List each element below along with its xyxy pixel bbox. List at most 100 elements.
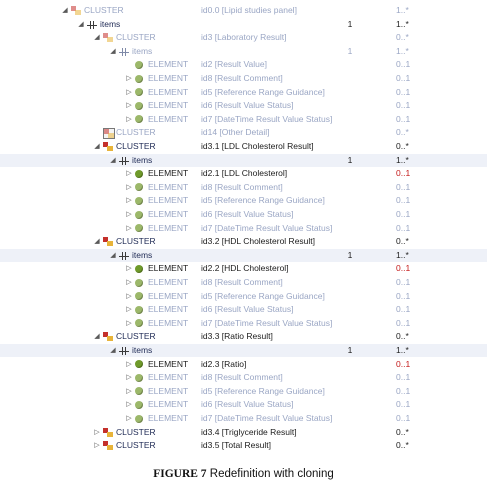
node-id-text: id8 [Result Comment] <box>201 277 283 287</box>
tree-row-element[interactable]: ▷ ELEMENT id5 [Reference Range Guidance] 0.… <box>0 385 487 398</box>
tree-row-cluster[interactable]: ◢ CLUSTER id0.0 [Lipid studies panel] 1..* <box>0 4 487 17</box>
tree-row-element[interactable]: ▷ ELEMENT id8 [Result Comment] 0..1 <box>0 72 487 85</box>
cardinality-value: 0..* <box>396 32 409 43</box>
node-type-label: ELEMENT <box>148 372 189 383</box>
tree-row-element[interactable]: ▷ ELEMENT id2.1 [LDL Cholesterol] 0..1 <box>0 167 487 180</box>
expand-arrow-icon[interactable]: ▷ <box>125 412 133 425</box>
collapse-arrow-icon[interactable]: ◢ <box>93 235 101 248</box>
cardinality-value: 0..* <box>396 426 409 437</box>
node-id-text: id3.2 [HDL Cholesterol Result] <box>201 236 316 247</box>
expand-arrow-icon[interactable]: ▷ <box>93 426 101 439</box>
collapse-arrow-icon[interactable]: ◢ <box>109 249 117 262</box>
node-id-text: id8 [Result Comment] <box>201 181 283 192</box>
tree-row-cluster[interactable]: ◢ CLUSTER id3.2 [HDL Cholesterol Result] 0.… <box>0 235 487 248</box>
node-type-label: ELEMENT <box>148 222 189 233</box>
cardinality-value: 0..* <box>396 236 409 247</box>
element-icon <box>135 183 143 192</box>
expand-arrow-icon[interactable]: ▷ <box>125 86 133 99</box>
tree-row-element[interactable]: ▷ ELEMENT id7 [DateTime Result Value Statu… <box>0 222 487 235</box>
element-icon <box>135 88 143 97</box>
collapse-arrow-icon[interactable]: ◢ <box>109 45 117 58</box>
collapse-arrow-icon[interactable]: ◢ <box>109 154 117 167</box>
tree-row-cluster[interactable]: ◢ CLUSTER id3 [Laboratory Result] 0..* <box>0 31 487 44</box>
node-id-text: id14 [Other Detail] <box>201 127 270 138</box>
expand-arrow-icon[interactable]: ▷ <box>125 317 133 330</box>
cardinality-value: 1..* <box>396 18 409 29</box>
tree-row-cluster[interactable]: ▷ CLUSTER id3.4 [Triglyceride Result] 0..* <box>0 426 487 439</box>
node-type-label: ELEMENT <box>148 317 189 328</box>
node-type-label: ELEMENT <box>148 304 189 315</box>
expand-arrow-icon[interactable]: ▷ <box>125 290 133 303</box>
tree-row-items[interactable]: ◢ items 1 1..* <box>0 344 487 357</box>
expand-arrow-icon[interactable]: ▷ <box>125 371 133 384</box>
occurrences-value: 1 <box>347 249 353 260</box>
tree-row-element[interactable]: ▷ ELEMENT id7 [DateTime Result Value Statu… <box>0 412 487 425</box>
collapse-arrow-icon[interactable]: ◢ <box>61 4 69 17</box>
cardinality-value: 0..1 <box>396 413 411 423</box>
expand-arrow-icon[interactable]: ▷ <box>125 358 133 371</box>
expand-arrow-icon[interactable]: ▷ <box>125 208 133 221</box>
node-id-text: id8 [Result Comment] <box>201 372 283 383</box>
tree-row-element[interactable]: ▷ ELEMENT id5 [Reference Range Guidance] 0.… <box>0 194 487 207</box>
figure-caption: FIGURE 7 Redefinition with cloning <box>0 468 487 480</box>
archetype-tree: ◢ CLUSTER id0.0 [Lipid studies panel] 1..* ◢… <box>0 0 487 458</box>
cluster-icon <box>103 332 113 342</box>
tree-row-items[interactable]: ◢ items 1 1..* <box>0 248 487 262</box>
expand-arrow-icon[interactable]: ▷ <box>125 276 133 289</box>
collapse-arrow-icon[interactable]: ◢ <box>109 344 117 357</box>
tree-row-items[interactable]: ◢ items 1 1..* <box>0 45 487 58</box>
element-icon <box>135 196 143 205</box>
tree-row-element[interactable]: ▷ ELEMENT id6 [Result Value Status] 0..1 <box>0 99 487 112</box>
collapse-arrow-icon[interactable]: ◢ <box>93 31 101 44</box>
tree-row-element[interactable]: ▷ ELEMENT id6 [Result Value Status] 0..1 <box>0 303 487 316</box>
node-id-text: id5 [Reference Range Guidance] <box>201 290 325 301</box>
expand-arrow-icon[interactable]: ▷ <box>125 167 133 180</box>
expand-arrow-icon[interactable]: ▷ <box>125 222 133 235</box>
expand-arrow-icon[interactable]: ▷ <box>125 181 133 194</box>
tree-row-element[interactable]: ▷ ELEMENT id5 [Reference Range Guidance] 0.… <box>0 86 487 99</box>
tree-row-element[interactable]: ▷ ELEMENT id7 [DateTime Result Value Statu… <box>0 113 487 126</box>
element-icon <box>135 373 143 382</box>
tree-row-items[interactable]: ◢ items 1 1..* <box>0 153 487 167</box>
tree-row-element[interactable]: ▷ ELEMENT id8 [Result Comment] 0..1 <box>0 371 487 384</box>
tree-row-element[interactable]: ▷ ELEMENT id6 [Result Value Status] 0..1 <box>0 398 487 411</box>
tree-row-element[interactable]: ▷ ELEMENT id8 [Result Comment] 0..1 <box>0 181 487 194</box>
tree-row-items[interactable]: ◢ items 1 1..* <box>0 18 487 31</box>
expand-arrow-icon[interactable]: ▷ <box>125 113 133 126</box>
tree-row-element[interactable]: ▷ ELEMENT id6 [Result Value Status] 0..1 <box>0 208 487 221</box>
collapse-arrow-icon[interactable]: ◢ <box>93 330 101 343</box>
tree-row-element[interactable]: ELEMENT id2 [Result Value] 0..1 <box>0 58 487 71</box>
items-attribute-icon <box>119 346 129 355</box>
tree-row-cluster[interactable]: ◢ CLUSTER id3.1 [LDL Cholesterol Result] 0.… <box>0 140 487 153</box>
tree-row-element[interactable]: ▷ ELEMENT id8 [Result Comment] 0..1 <box>0 276 487 289</box>
element-icon <box>135 60 143 69</box>
tree-row-element[interactable]: ▷ ELEMENT id2.2 [HDL Cholesterol] 0..1 <box>0 262 487 275</box>
node-type-label: ELEMENT <box>148 113 189 124</box>
node-type-label: CLUSTER <box>116 331 156 342</box>
tree-row-cluster[interactable]: ▷ CLUSTER id3.5 [Total Result] 0..* <box>0 439 487 452</box>
expand-arrow-icon[interactable]: ▷ <box>125 99 133 112</box>
tree-row-element[interactable]: ▷ ELEMENT id2.3 [Ratio] 0..1 <box>0 358 487 371</box>
node-id-text: id5 [Reference Range Guidance] <box>201 195 325 206</box>
node-type-label: ELEMENT <box>148 100 189 111</box>
tree-row-element[interactable]: ▷ ELEMENT id7 [DateTime Result Value Statu… <box>0 317 487 330</box>
element-icon <box>135 360 143 369</box>
tree-row-element[interactable]: ▷ ELEMENT id5 [Reference Range Guidance] 0.… <box>0 290 487 303</box>
collapse-arrow-icon[interactable]: ◢ <box>77 18 85 31</box>
cardinality-value: 0..1 <box>396 209 411 219</box>
element-icon <box>135 224 143 233</box>
expand-arrow-icon[interactable]: ▷ <box>125 262 133 275</box>
expand-arrow-icon[interactable]: ▷ <box>125 398 133 411</box>
cardinality-value: 1..* <box>396 249 409 260</box>
expand-arrow-icon[interactable]: ▷ <box>93 439 101 452</box>
expand-arrow-icon[interactable]: ▷ <box>125 303 133 316</box>
tree-row-cluster[interactable]: ◢ CLUSTER id3.3 [Ratio Result] 0..* <box>0 330 487 343</box>
node-type-label: CLUSTER <box>116 426 156 437</box>
collapse-arrow-icon[interactable]: ◢ <box>93 140 101 153</box>
expand-arrow-icon[interactable]: ▷ <box>125 385 133 398</box>
tree-row-cluster-slot[interactable]: CLUSTER id14 [Other Detail] 0..* <box>0 126 487 140</box>
expand-arrow-icon[interactable]: ▷ <box>125 72 133 85</box>
node-id-text: id7 [DateTime Result Value Status] <box>201 317 333 328</box>
element-icon <box>135 169 143 178</box>
expand-arrow-icon[interactable]: ▷ <box>125 194 133 207</box>
